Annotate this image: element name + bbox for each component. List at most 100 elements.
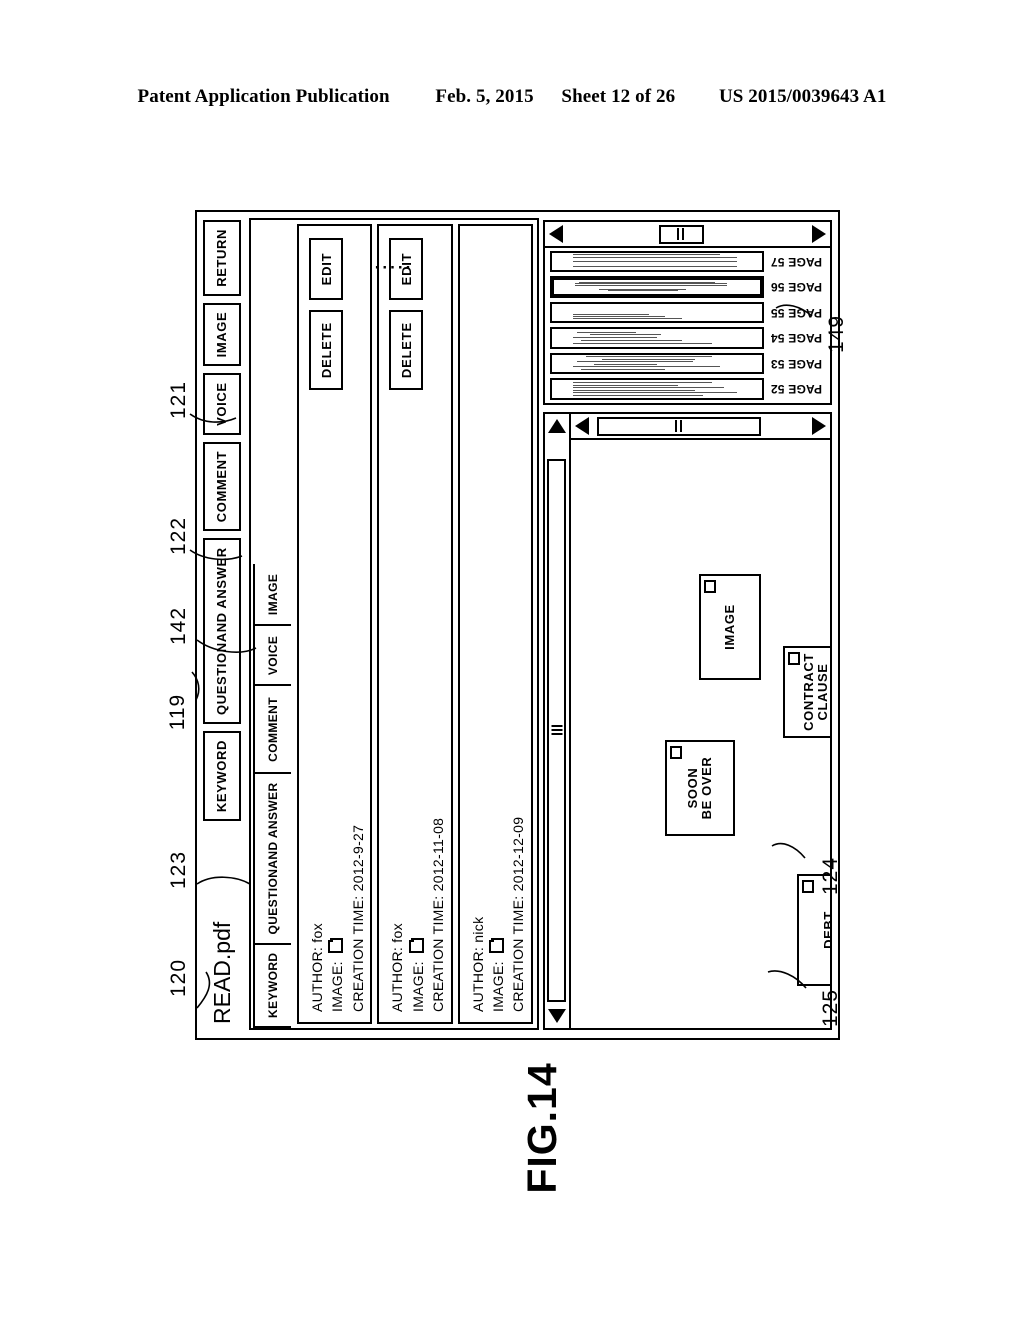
annotation-box-contract-clause[interactable]: CONTRACT CLAUSE	[783, 646, 830, 738]
card-author-row: AUTHOR: fox	[307, 825, 327, 1012]
card-time-label: CREATION TIME:	[429, 895, 446, 1012]
viewer-vertical-scrollbar[interactable]	[571, 414, 830, 440]
annotation-box-soon-be-over[interactable]: SOON BE OVER	[665, 740, 735, 836]
tab-qa-line1: QUESTION	[265, 868, 280, 935]
page-thumbnail-item[interactable]: PAGE 57	[550, 251, 825, 273]
reference-numeral-120: 120	[167, 958, 191, 998]
scroll-grip-icon	[551, 725, 562, 736]
toolbar-button-question-and-answer[interactable]: QUESTION AND ANSWER	[203, 538, 241, 724]
image-thumbnail-icon[interactable]	[330, 937, 344, 953]
card-time-row: CREATION TIME: 2012-12-09	[508, 817, 528, 1012]
card-author-row: AUTHOR: fox	[387, 818, 407, 1012]
toolbar-qa-line1: QUESTION	[214, 642, 230, 715]
page-thumbnail-label: PAGE 57	[770, 254, 822, 269]
page-thumbnail-item[interactable]: PAGE 55	[550, 302, 825, 324]
horizontal-scrollbar[interactable]	[545, 414, 571, 1028]
annotation-box-image[interactable]: IMAGE	[699, 574, 761, 680]
scroll-down-arrow-icon[interactable]	[808, 414, 830, 438]
publication-date: Feb. 5, 2015	[435, 86, 534, 107]
page-thumbnail-preview[interactable]	[550, 327, 764, 349]
scroll-left-arrow-icon[interactable]	[546, 1004, 568, 1028]
card-author-value: fox	[309, 923, 325, 943]
annotation-card-list: AUTHOR: fox IMAGE: CREATION TIME: 2012-9…	[291, 220, 537, 1028]
card-time-value: 2012-12-09	[510, 816, 527, 892]
page-thumbnail-preview[interactable]	[550, 251, 764, 273]
page-thumbnail-item[interactable]: PAGE 52	[550, 378, 825, 400]
scroll-right-arrow-icon[interactable]	[546, 414, 568, 438]
card-time-label: CREATION TIME:	[510, 895, 527, 1012]
sheet-number: Sheet 12 of 26	[561, 86, 676, 107]
reference-numeral-125: 125	[819, 988, 843, 1028]
lower-region: DEBT SOON BE OVER CONTRACT CLAUSE IMAGE …	[543, 220, 832, 1030]
page-thumbnail-label: PAGE 53	[770, 356, 822, 371]
page-thumbnail-preview[interactable]	[550, 302, 764, 324]
horizontal-scroll-track[interactable]	[546, 438, 568, 1004]
tab-qa-line2: AND ANSWER	[265, 782, 280, 869]
card-author-value: fox	[389, 923, 406, 943]
document-title: READ.pdf	[209, 921, 235, 1024]
tab-question-and-answer[interactable]: QUESTION AND ANSWER	[253, 772, 291, 945]
toolbar-button-return[interactable]: RETURN	[203, 220, 241, 296]
card-author-label: AUTHOR:	[309, 946, 325, 1012]
edit-button[interactable]: EDIT	[309, 238, 343, 300]
annotation-marker-icon	[802, 880, 814, 893]
card-image-row: IMAGE:	[408, 818, 428, 1012]
reference-numeral-123: 123	[167, 850, 191, 890]
delete-button[interactable]: DELETE	[389, 310, 424, 391]
image-thumbnail-icon[interactable]	[410, 937, 424, 953]
thumbnail-scroll-up-arrow-icon[interactable]	[545, 222, 567, 246]
card-time-row: CREATION TIME: 2012-11-08	[428, 818, 448, 1012]
annotation-box-label-line2: CLAUSE	[815, 663, 830, 721]
card-image-row: IMAGE:	[488, 817, 508, 1012]
tab-keyword[interactable]: KEYWORD	[253, 942, 291, 1028]
page-thumbnail-preview[interactable]	[550, 353, 764, 375]
annotation-card[interactable]: AUTHOR: fox IMAGE: CREATION TIME: 2012-1…	[377, 224, 453, 1024]
page-thumbnail-item[interactable]: PAGE 56	[550, 276, 825, 298]
thumbnail-scroll-thumb[interactable]	[658, 225, 705, 244]
tab-voice[interactable]: VOICE	[253, 624, 291, 687]
image-thumbnail-icon[interactable]	[490, 937, 504, 953]
patent-number: US 2015/0039643 A1	[718, 86, 887, 107]
scroll-up-arrow-icon[interactable]	[571, 414, 593, 438]
annotation-tab-bar: KEYWORD QUESTION AND ANSWER COMMENT VOIC…	[251, 220, 291, 1028]
annotation-marker-icon	[670, 746, 682, 759]
annotation-card-fields: AUTHOR: nick IMAGE: CREATION TIME: 2012-…	[468, 817, 529, 1012]
tab-image[interactable]: IMAGE	[253, 564, 291, 627]
annotation-card-fields: AUTHOR: fox IMAGE: CREATION TIME: 2012-1…	[387, 818, 448, 1012]
horizontal-scroll-thumb[interactable]	[547, 458, 566, 1002]
application-window: READ.pdf KEYWORD QUESTION AND ANSWER COM…	[195, 210, 840, 1040]
toolbar-button-keyword[interactable]: KEYWORD	[203, 731, 241, 822]
annotation-card-fields: AUTHOR: fox IMAGE: CREATION TIME: 2012-9…	[307, 825, 368, 1012]
toolbar-button-voice[interactable]: VOICE	[203, 373, 241, 435]
card-author-label: AUTHOR:	[389, 946, 406, 1012]
page-thumbnail-preview-selected[interactable]	[550, 276, 764, 298]
thumbnail-scroll-track[interactable]	[567, 223, 808, 245]
page-thumbnail-item[interactable]: PAGE 54	[550, 327, 825, 349]
page-thumbnail-label: PAGE 55	[770, 305, 822, 320]
thumbnail-scroll-down-arrow-icon[interactable]	[808, 222, 830, 246]
card-author-value: nick	[469, 916, 486, 943]
annotation-card[interactable]: AUTHOR: fox IMAGE: CREATION TIME: 2012-9…	[297, 224, 373, 1024]
page-canvas[interactable]: DEBT SOON BE OVER CONTRACT CLAUSE IMAGE	[571, 440, 830, 1028]
viewer-vertical-scroll-track[interactable]	[593, 415, 808, 437]
viewer-vertical-scroll-thumb[interactable]	[597, 417, 761, 436]
card-time-row: CREATION TIME: 2012-9-27	[348, 825, 368, 1012]
delete-button[interactable]: DELETE	[309, 310, 343, 391]
thumbnail-vertical-scrollbar[interactable]	[545, 222, 830, 248]
card-image-row: IMAGE:	[327, 825, 347, 1012]
card-time-value: 2012-11-08	[429, 817, 446, 892]
tab-comment[interactable]: COMMENT	[253, 684, 291, 775]
page-thumbnail-item[interactable]: PAGE 53	[550, 353, 825, 375]
toolbar: KEYWORD QUESTION AND ANSWER COMMENT VOIC…	[203, 220, 241, 822]
page-thumbnail-preview[interactable]	[550, 378, 764, 400]
annotation-card[interactable]: AUTHOR: nick IMAGE: CREATION TIME: 2012-…	[457, 224, 533, 1024]
annotation-box-label: IMAGE	[721, 604, 737, 650]
toolbar-button-image[interactable]: IMAGE	[203, 302, 241, 367]
card-author-row: AUTHOR: nick	[468, 817, 488, 1012]
annotation-box-label-line2: BE OVER	[699, 756, 714, 820]
page-thumbnail-label: PAGE 54	[770, 331, 822, 346]
card-time-label: CREATION TIME:	[349, 895, 366, 1012]
toolbar-button-comment[interactable]: COMMENT	[203, 441, 241, 532]
card-image-label: IMAGE:	[329, 961, 346, 1012]
annotation-box-label: DEBT	[820, 911, 830, 949]
